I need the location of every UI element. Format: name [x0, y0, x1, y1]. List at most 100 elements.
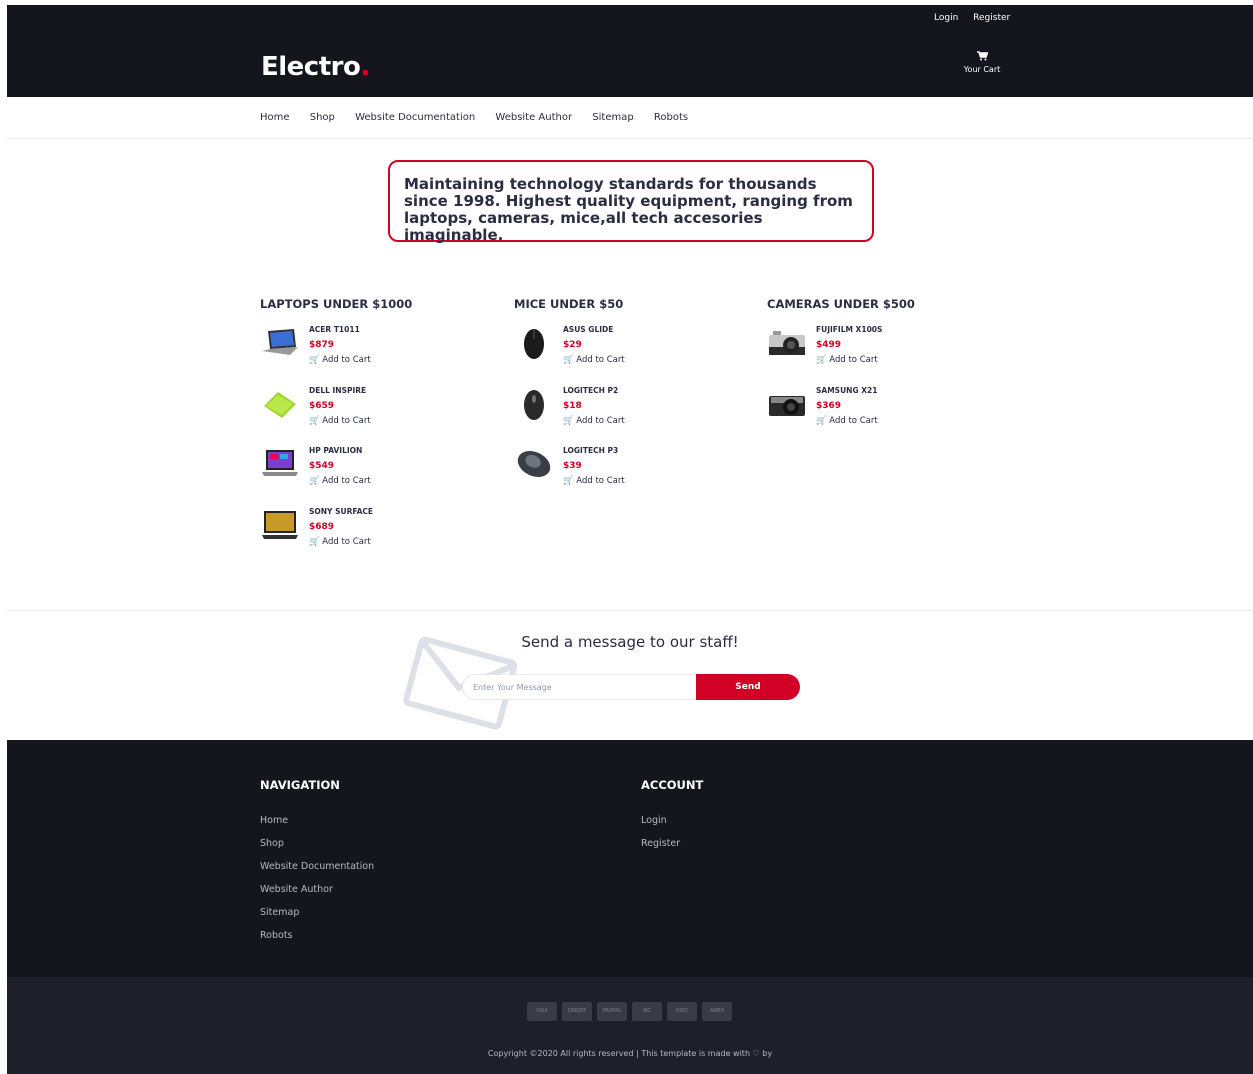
laptop-image[interactable]: [260, 509, 300, 541]
add-to-cart-button[interactable]: 🛒 Add to Cart: [309, 355, 371, 366]
add-to-cart-label: Add to Cart: [322, 355, 371, 365]
column-title: LAPTOPS UNDER $1000: [260, 297, 413, 311]
product-name[interactable]: ACER T1011: [309, 325, 371, 335]
cart-button[interactable]: Your Cart: [947, 51, 1017, 81]
cart-icon: 🛒: [563, 476, 574, 486]
laptop-image[interactable]: [260, 448, 300, 480]
add-to-cart-button[interactable]: 🛒 Add to Cart: [309, 416, 371, 427]
product-name[interactable]: LOGITECH P3: [563, 446, 625, 456]
footer-link-sitemap[interactable]: Sitemap: [260, 901, 374, 924]
cart-icon: 🛒: [563, 355, 574, 365]
copyright: Copyright ©2020 All rights reserved | Th…: [487, 1049, 773, 1058]
nav-item-website-author[interactable]: Website Author: [495, 112, 572, 123]
laptops-column: LAPTOPS UNDER $1000 ACER T1011 $879 🛒 Ad…: [260, 297, 412, 567]
footer-link-website-author[interactable]: Website Author: [260, 878, 374, 901]
product-item: SONY SURFACE $689 🛒 Add to Cart: [260, 507, 412, 568]
laptop-image[interactable]: [260, 327, 300, 359]
nav-item-shop[interactable]: Shop: [310, 112, 335, 123]
amex-card-icon: AMEX: [702, 1002, 732, 1021]
tagline: Maintaining technology standards for tho…: [388, 160, 874, 244]
product-name[interactable]: ASUS GLIDE: [563, 325, 625, 335]
footer-account-title: ACCOUNT: [641, 778, 704, 792]
add-to-cart-label: Add to Cart: [829, 415, 878, 426]
logo-text: Electro: [261, 52, 361, 82]
add-to-cart-label: Add to Cart: [576, 415, 625, 426]
mouse-image[interactable]: [514, 388, 554, 420]
product-item: DELL INSPIRE $659 🛒 Add to Cart: [260, 386, 412, 447]
footer-account: ACCOUNT Login Register: [641, 778, 703, 855]
product-item: SAMSUNG X21 $369 🛒 Add to Cart: [767, 386, 915, 447]
product-price: $659: [309, 400, 335, 411]
cart-icon: [947, 51, 1017, 65]
newsletter-title: Send a message to our staff!: [521, 633, 739, 651]
visa-card-icon: VISA: [527, 1002, 557, 1021]
product-price: $499: [816, 340, 842, 350]
footer-navigation-title: NAVIGATION: [260, 778, 340, 792]
footer-link-home[interactable]: Home: [260, 809, 374, 832]
product-price: $29: [563, 340, 582, 350]
discover-card-icon: DISC: [667, 1002, 697, 1021]
footer-link-shop[interactable]: Shop: [260, 832, 374, 855]
top-links: Login Register: [934, 13, 1022, 23]
cart-icon: 🛒: [309, 355, 320, 365]
send-button[interactable]: Send: [696, 674, 800, 700]
product-name[interactable]: SAMSUNG X21: [816, 386, 878, 396]
product-price: $549: [309, 461, 335, 471]
nav-item-website-documentation[interactable]: Website Documentation: [355, 112, 475, 123]
nav-item-robots[interactable]: Robots: [654, 112, 688, 123]
cart-icon: 🛒: [309, 536, 320, 547]
add-to-cart-label: Add to Cart: [576, 355, 625, 365]
add-to-cart-button[interactable]: 🛒 Add to Cart: [563, 355, 625, 366]
footer-link-register[interactable]: Register: [641, 832, 703, 855]
product-item: ASUS GLIDE $29 🛒 Add to Cart: [514, 325, 625, 386]
footer-link-website-documentation[interactable]: Website Documentation: [260, 855, 374, 878]
nav-item-home[interactable]: Home: [260, 112, 290, 123]
cart-label: Your Cart: [963, 65, 1001, 74]
page: Login Register Electro. Your Cart Home S…: [0, 0, 1253, 1074]
cart-icon: 🛒: [309, 415, 320, 426]
footer-link-login[interactable]: Login: [641, 809, 703, 832]
product-price: $879: [309, 340, 335, 350]
mouse-image[interactable]: [514, 448, 554, 480]
paypal-card-icon: PAYPAL: [597, 1002, 627, 1021]
product-name[interactable]: FUJIFILM X100S: [816, 325, 882, 335]
product-name[interactable]: SONY SURFACE: [309, 507, 373, 517]
laptop-image[interactable]: [260, 388, 300, 420]
add-to-cart-label: Add to Cart: [322, 536, 371, 547]
register-link[interactable]: Register: [973, 13, 1010, 23]
section-divider: [7, 610, 1253, 611]
column-title: MICE UNDER $50: [514, 297, 624, 311]
add-to-cart-button[interactable]: 🛒 Add to Cart: [309, 476, 371, 487]
nav-item-sitemap[interactable]: Sitemap: [592, 112, 633, 123]
product-item: LOGITECH P3 $39 🛒 Add to Cart: [514, 446, 625, 507]
product-name[interactable]: DELL INSPIRE: [309, 386, 371, 396]
add-to-cart-button[interactable]: 🛒 Add to Cart: [563, 476, 625, 487]
product-name[interactable]: HP PAVILION: [309, 446, 371, 456]
cart-icon: 🛒: [816, 415, 827, 426]
add-to-cart-button[interactable]: 🛒 Add to Cart: [816, 355, 882, 366]
product-item: FUJIFILM X100S $499 🛒 Add to Cart: [767, 325, 915, 386]
header: Login Register Electro. Your Cart: [7, 5, 1253, 97]
add-to-cart-button[interactable]: 🛒 Add to Cart: [309, 537, 373, 548]
camera-image[interactable]: [767, 327, 807, 359]
camera-image[interactable]: [767, 388, 807, 420]
message-input[interactable]: [462, 674, 702, 700]
add-to-cart-button[interactable]: 🛒 Add to Cart: [563, 416, 625, 427]
login-link[interactable]: Login: [934, 13, 958, 23]
cart-icon: 🛒: [309, 476, 320, 486]
cart-icon: 🛒: [563, 415, 574, 426]
product-name[interactable]: LOGITECH P2: [563, 386, 625, 396]
footer: NAVIGATION Home Shop Website Documentati…: [7, 740, 1253, 977]
footer-link-robots[interactable]: Robots: [260, 924, 374, 947]
product-item: HP PAVILION $549 🛒 Add to Cart: [260, 446, 412, 507]
add-to-cart-label: Add to Cart: [322, 415, 371, 426]
add-to-cart-button[interactable]: 🛒 Add to Cart: [816, 416, 878, 427]
add-to-cart-label: Add to Cart: [576, 476, 625, 486]
product-price: $689: [309, 521, 335, 532]
product-item: LOGITECH P2 $18 🛒 Add to Cart: [514, 386, 625, 447]
credit-card-icon: CREDIT: [562, 1002, 592, 1021]
product-price: $369: [816, 400, 842, 411]
logo[interactable]: Electro.: [261, 52, 370, 82]
mouse-image[interactable]: [514, 327, 554, 359]
product-item: ACER T1011 $879 🛒 Add to Cart: [260, 325, 412, 386]
